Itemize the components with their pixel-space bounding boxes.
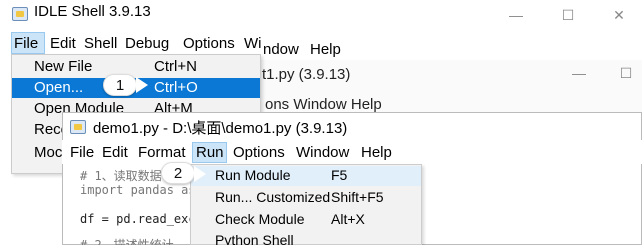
python-file-icon: [70, 120, 86, 134]
step-1-badge: 1: [103, 74, 137, 96]
step-2-pointer: [194, 166, 206, 182]
editor-menu-format[interactable]: Format: [138, 144, 186, 161]
middle-menubar-fragment: ons Window Help: [265, 96, 382, 113]
editor-menu-edit[interactable]: Edit: [102, 144, 128, 161]
code-line: import pandas as: [80, 183, 196, 197]
minimize-icon[interactable]: —: [505, 6, 527, 24]
run-dropdown-menu: Run Module F5 Run... Customized Shift+F5…: [190, 164, 422, 245]
mid-menu-help[interactable]: Help: [310, 41, 341, 58]
menu-window-partial[interactable]: Wi: [244, 35, 262, 52]
python-file-icon: [12, 7, 28, 21]
menu-item-python-shell[interactable]: Python Shell: [191, 231, 421, 245]
menu-item-run-module[interactable]: Run Module F5: [191, 166, 421, 186]
code-line: # 1、读取数据: [80, 169, 162, 183]
step-2-badge: 2: [161, 162, 195, 184]
menu-shell[interactable]: Shell: [84, 35, 117, 52]
menu-options[interactable]: Options: [183, 35, 235, 52]
menu-edit[interactable]: Edit: [50, 35, 76, 52]
editor-menu-run[interactable]: Run: [196, 144, 224, 161]
maximize-icon[interactable]: ☐: [557, 6, 579, 24]
code-line: # 2、描述性统计: [80, 238, 174, 245]
shell-window-title: IDLE Shell 3.9.13: [34, 3, 151, 20]
middle-window-title: t1.py (3.9.13): [262, 66, 351, 83]
editor-window-title: demo1.py - D:\桌面\demo1.py (3.9.13): [93, 120, 348, 137]
shell-titlebar: IDLE Shell 3.9.13 — ☐ ✕: [0, 0, 642, 32]
editor-menu-window[interactable]: Window: [296, 144, 349, 161]
close-icon[interactable]: ✕: [608, 6, 630, 24]
editor-menu-help[interactable]: Help: [361, 144, 392, 161]
middle-minimize-icon[interactable]: —: [568, 64, 590, 82]
middle-maximize-icon[interactable]: ☐: [615, 64, 637, 82]
menu-debug[interactable]: Debug: [125, 35, 169, 52]
menu-file[interactable]: File: [14, 35, 38, 52]
step-1-pointer: [136, 77, 148, 93]
menu-item-new-file[interactable]: New File Ctrl+N: [12, 57, 260, 77]
code-line: df = pd.read_exc: [80, 212, 196, 226]
editor-menu-options[interactable]: Options: [233, 144, 285, 161]
menu-item-check-module[interactable]: Check Module Alt+X: [191, 210, 421, 230]
editor-menu-file[interactable]: File: [70, 144, 94, 161]
mid-menu-window-fragment[interactable]: ndow: [263, 41, 299, 58]
menu-item-run-customized[interactable]: Run... Customized Shift+F5: [191, 188, 421, 208]
